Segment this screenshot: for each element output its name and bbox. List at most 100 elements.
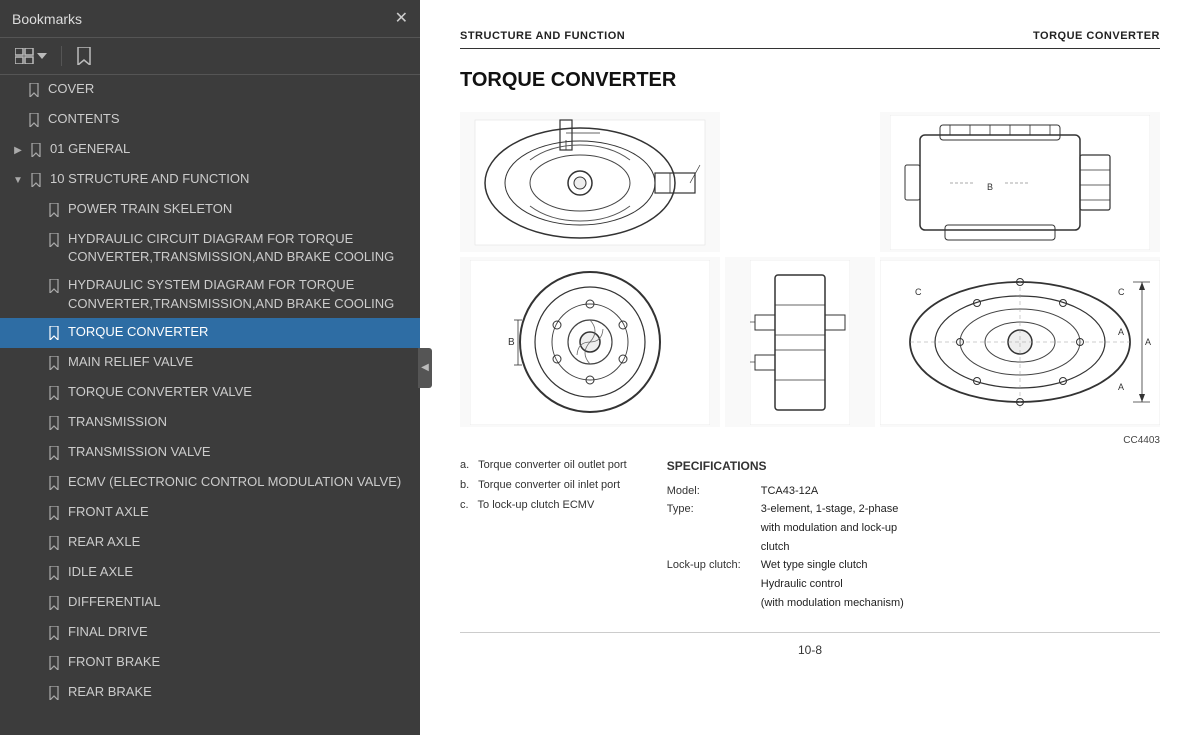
bookmark-list[interactable]: COVER CONTENTS ▶ 01 GENERAL ▼ 10 STRUCTU… bbox=[0, 75, 420, 735]
bookmark-item-hydraulic-circuit[interactable]: HYDRAULIC CIRCUIT DIAGRAM FOR TORQUE CON… bbox=[0, 225, 420, 271]
annotation-c: c. To lock-up clutch ECMV bbox=[460, 496, 627, 516]
svg-text:C: C bbox=[915, 287, 922, 297]
bookmark-flag-icon bbox=[46, 443, 62, 463]
bookmark-flag-icon bbox=[46, 383, 62, 403]
doc-section-right: TORQUE CONVERTER bbox=[1033, 30, 1160, 42]
bookmark-flag-icon bbox=[46, 413, 62, 433]
bookmark-label: COVER bbox=[48, 80, 94, 98]
annotation-text-c: To lock-up clutch ECMV bbox=[478, 499, 595, 511]
diagram-caption: CC4403 bbox=[460, 435, 1160, 446]
bookmark-icon bbox=[76, 47, 92, 65]
bookmark-label: TORQUE CONVERTER bbox=[68, 323, 208, 341]
bookmark-flag-icon bbox=[28, 170, 44, 190]
spec-value-model: TCA43-12A bbox=[761, 482, 818, 501]
bookmark-item-idle-axle[interactable]: IDLE AXLE bbox=[0, 558, 420, 588]
panel-collapse-button[interactable]: ◀ bbox=[418, 348, 432, 388]
dropdown-arrow-icon bbox=[37, 51, 47, 61]
spec-row-model: Model: TCA43-12A bbox=[667, 482, 1160, 501]
bookmark-label: REAR BRAKE bbox=[68, 683, 152, 701]
annotations-list: a. Torque converter oil outlet port b. T… bbox=[460, 456, 627, 612]
bookmark-item-transmission[interactable]: TRANSMISSION bbox=[0, 408, 420, 438]
bookmark-label: 10 STRUCTURE AND FUNCTION bbox=[50, 170, 249, 188]
bookmark-label: TORQUE CONVERTER VALVE bbox=[68, 383, 252, 401]
close-button[interactable]: ✕ bbox=[395, 11, 408, 27]
bookmark-flag-icon bbox=[46, 323, 62, 343]
bookmark-item-torque-converter[interactable]: TORQUE CONVERTER bbox=[0, 318, 420, 348]
bookmark-flag-icon bbox=[26, 80, 42, 100]
diagram-bottom-left: B bbox=[460, 257, 720, 427]
doc-section-left: STRUCTURE AND FUNCTION bbox=[460, 30, 625, 42]
bookmark-item-front-axle[interactable]: FRONT AXLE bbox=[0, 498, 420, 528]
bookmark-flag-icon bbox=[46, 563, 62, 583]
bookmark-item-01general[interactable]: ▶ 01 GENERAL bbox=[0, 135, 420, 165]
page-number: 10-8 bbox=[460, 632, 1160, 657]
torque-converter-diagram-2: B bbox=[890, 115, 1150, 250]
bookmark-view-button[interactable] bbox=[71, 44, 97, 68]
torque-converter-diagram-1 bbox=[470, 115, 710, 250]
diagram-top-right: B bbox=[880, 112, 1160, 252]
bookmark-item-transmission-valve[interactable]: TRANSMISSION VALVE bbox=[0, 438, 420, 468]
bookmark-flag-icon bbox=[46, 653, 62, 673]
diagram-top-middle-empty bbox=[725, 112, 875, 252]
diagram-code: CC4403 bbox=[1123, 435, 1160, 446]
bookmark-item-front-brake[interactable]: FRONT BRAKE bbox=[0, 648, 420, 678]
bookmark-item-differential[interactable]: DIFFERENTIAL bbox=[0, 588, 420, 618]
bookmark-flag-icon bbox=[46, 593, 62, 613]
bookmark-item-ecmv[interactable]: ECMV (ELECTRONIC CONTROL MODULATION VALV… bbox=[0, 468, 420, 498]
annotation-text-b: Torque converter oil inlet port bbox=[478, 479, 620, 491]
bookmark-flag-icon bbox=[46, 276, 62, 296]
bookmark-item-hydraulic-system[interactable]: HYDRAULIC SYSTEM DIAGRAM FOR TORQUE CONV… bbox=[0, 271, 420, 317]
torque-converter-diagram-3: B bbox=[470, 260, 710, 425]
bookmark-item-cover[interactable]: COVER bbox=[0, 75, 420, 105]
svg-text:A: A bbox=[1118, 327, 1124, 337]
bookmarks-panel: Bookmarks ✕ COVE bbox=[0, 0, 420, 735]
bookmark-item-rear-brake[interactable]: REAR BRAKE bbox=[0, 678, 420, 708]
specifications-block: SPECIFICATIONS Model: TCA43-12A Type: 3-… bbox=[667, 456, 1160, 612]
bookmark-item-power-train[interactable]: POWER TRAIN SKELETON bbox=[0, 195, 420, 225]
spec-row-type: Type: 3-element, 1-stage, 2-phase with m… bbox=[667, 500, 1160, 556]
bookmark-label: FINAL DRIVE bbox=[68, 623, 148, 641]
bookmarks-title: Bookmarks bbox=[12, 11, 82, 27]
bookmark-item-contents[interactable]: CONTENTS bbox=[0, 105, 420, 135]
bookmark-item-10structure[interactable]: ▼ 10 STRUCTURE AND FUNCTION bbox=[0, 165, 420, 195]
annotation-a: a. Torque converter oil outlet port bbox=[460, 456, 627, 476]
spec-value-lockup: Wet type single clutch Hydraulic control… bbox=[761, 556, 904, 612]
document-header-bar: STRUCTURE AND FUNCTION TORQUE CONVERTER bbox=[460, 30, 1160, 49]
bookmark-flag-icon bbox=[46, 683, 62, 703]
bookmark-label: POWER TRAIN SKELETON bbox=[68, 200, 232, 218]
spec-label-lockup: Lock-up clutch: bbox=[667, 556, 757, 575]
document-page[interactable]: STRUCTURE AND FUNCTION TORQUE CONVERTER … bbox=[420, 0, 1200, 735]
bookmark-flag-icon bbox=[46, 533, 62, 553]
bookmark-item-rear-axle[interactable]: REAR AXLE bbox=[0, 528, 420, 558]
bookmark-item-torque-converter-valve[interactable]: TORQUE CONVERTER VALVE bbox=[0, 378, 420, 408]
spec-label-type: Type: bbox=[667, 500, 757, 519]
diagram-top-left bbox=[460, 112, 720, 252]
bookmark-label: IDLE AXLE bbox=[68, 563, 133, 581]
svg-text:A: A bbox=[1145, 337, 1151, 347]
spec-label-model: Model: bbox=[667, 482, 757, 501]
annotation-label-a: a. bbox=[460, 459, 475, 471]
bookmark-label: 01 GENERAL bbox=[50, 140, 130, 158]
bookmarks-header: Bookmarks ✕ bbox=[0, 0, 420, 38]
bookmark-flag-icon bbox=[46, 230, 62, 250]
bookmark-label: HYDRAULIC CIRCUIT DIAGRAM FOR TORQUE CON… bbox=[68, 230, 412, 266]
bookmarks-toolbar bbox=[0, 38, 420, 75]
view-toggle-button[interactable] bbox=[10, 45, 52, 67]
bookmark-label: DIFFERENTIAL bbox=[68, 593, 160, 611]
expand-arrow-icon: ▼ bbox=[10, 170, 26, 190]
svg-text:A: A bbox=[1118, 382, 1124, 392]
grid-icon bbox=[15, 48, 35, 64]
doc-annotations-area: a. Torque converter oil outlet port b. T… bbox=[460, 456, 1160, 612]
bookmark-label: HYDRAULIC SYSTEM DIAGRAM FOR TORQUE CONV… bbox=[68, 276, 412, 312]
annotation-b: b. Torque converter oil inlet port bbox=[460, 476, 627, 496]
svg-text:C: C bbox=[1118, 287, 1125, 297]
spec-row-lockup: Lock-up clutch: Wet type single clutch H… bbox=[667, 556, 1160, 612]
bookmark-item-main-relief[interactable]: MAIN RELIEF VALVE bbox=[0, 348, 420, 378]
bookmark-label: REAR AXLE bbox=[68, 533, 140, 551]
bookmark-label: MAIN RELIEF VALVE bbox=[68, 353, 193, 371]
annotation-label-b: b. bbox=[460, 479, 475, 491]
bookmark-item-final-drive[interactable]: FINAL DRIVE bbox=[0, 618, 420, 648]
bookmark-label: ECMV (ELECTRONIC CONTROL MODULATION VALV… bbox=[68, 473, 401, 491]
annotation-text-a: Torque converter oil outlet port bbox=[478, 459, 627, 471]
spec-table: Model: TCA43-12A Type: 3-element, 1-stag… bbox=[667, 482, 1160, 613]
